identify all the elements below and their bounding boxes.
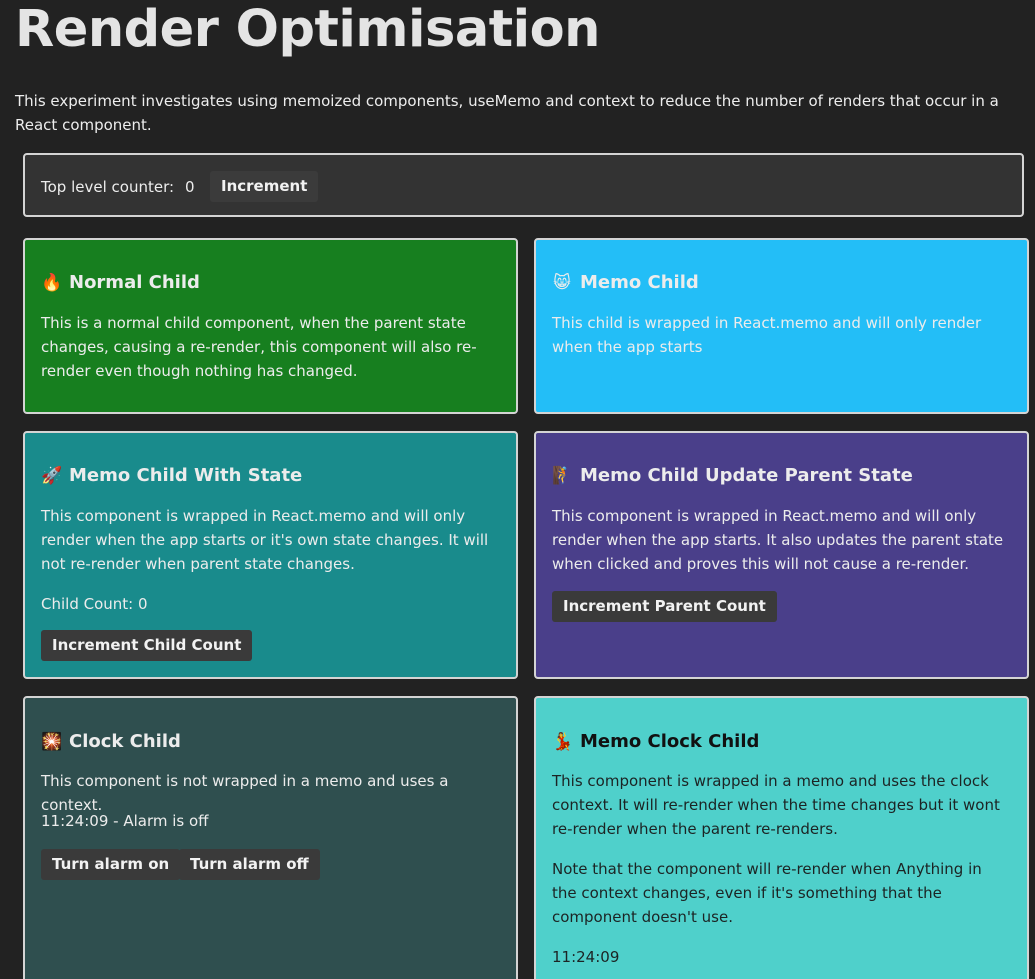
memo-child-state-title: Memo Child With State bbox=[69, 465, 303, 486]
memo-child-text: This child is wrapped in React.memo and … bbox=[552, 314, 982, 356]
top-counter-value: 0 bbox=[185, 178, 195, 196]
cat-icon: 😸 bbox=[553, 272, 571, 293]
clock-child-title: Clock Child bbox=[69, 731, 181, 752]
child-count: Child Count: 0 bbox=[41, 595, 148, 613]
page-title: Render Optimisation bbox=[15, 0, 601, 59]
normal-child-heading: 🔥 Normal Child bbox=[41, 272, 200, 293]
memo-child-state-card: 🚀 Memo Child With State This component i… bbox=[23, 431, 518, 679]
dancer-icon: 💃 bbox=[552, 731, 574, 752]
memo-child-title: Memo Child bbox=[580, 272, 699, 293]
memo-clock-child-title: Memo Clock Child bbox=[580, 731, 760, 752]
climber-icon: 🧗 bbox=[552, 465, 574, 486]
fire-icon: 🔥 bbox=[41, 272, 63, 293]
top-counter-label: Top level counter: bbox=[41, 178, 175, 196]
memo-child-state-text: This component is wrapped in React.memo … bbox=[41, 507, 489, 573]
increment-button[interactable]: Increment bbox=[210, 171, 319, 202]
normal-child-title: Normal Child bbox=[69, 272, 200, 293]
increment-child-count-button[interactable]: Increment Child Count bbox=[41, 630, 253, 661]
memo-child-parent-heading: 🧗 Memo Child Update Parent State bbox=[552, 465, 913, 486]
normal-child-text: This is a normal child component, when t… bbox=[41, 314, 477, 380]
normal-child-card: 🔥 Normal Child This is a normal child co… bbox=[23, 238, 518, 414]
sparkles-icon: 🎇 bbox=[41, 731, 63, 752]
memo-child-heading: 😸 Memo Child bbox=[552, 272, 699, 293]
turn-alarm-on-button[interactable]: Turn alarm on bbox=[41, 849, 181, 880]
increment-parent-count-button[interactable]: Increment Parent Count bbox=[552, 591, 777, 622]
memo-clock-child-card: 💃 Memo Clock Child This component is wra… bbox=[534, 696, 1029, 979]
memo-child-parent-title: Memo Child Update Parent State bbox=[580, 465, 913, 486]
clock-child-card: 🎇 Clock Child This component is not wrap… bbox=[23, 696, 518, 979]
memo-child-parent-card: 🧗 Memo Child Update Parent State This co… bbox=[534, 431, 1029, 679]
page: Render Optimisation This experiment inve… bbox=[0, 0, 1035, 979]
alarm-status: 11:24:09 - Alarm is off bbox=[41, 812, 209, 830]
rocket-icon: 🚀 bbox=[41, 465, 63, 486]
memo-child-state-heading: 🚀 Memo Child With State bbox=[41, 465, 302, 486]
memo-clock-child-text: This component is wrapped in a memo and … bbox=[552, 772, 1000, 838]
clock-child-heading: 🎇 Clock Child bbox=[41, 731, 181, 752]
memo-clock-child-heading: 💃 Memo Clock Child bbox=[552, 731, 759, 752]
memo-child-card: 😸 Memo Child This child is wrapped in Re… bbox=[534, 238, 1029, 414]
top-counter-panel: Top level counter: 0 Increment bbox=[23, 153, 1024, 217]
memo-clock-time: 11:24:09 bbox=[552, 948, 620, 966]
turn-alarm-off-button[interactable]: Turn alarm off bbox=[179, 849, 320, 880]
memo-clock-child-note: Note that the component will re-render w… bbox=[552, 860, 982, 926]
memo-child-parent-text: This component is wrapped in React.memo … bbox=[552, 507, 1004, 573]
intro-text: This experiment investigates using memoi… bbox=[15, 92, 999, 134]
